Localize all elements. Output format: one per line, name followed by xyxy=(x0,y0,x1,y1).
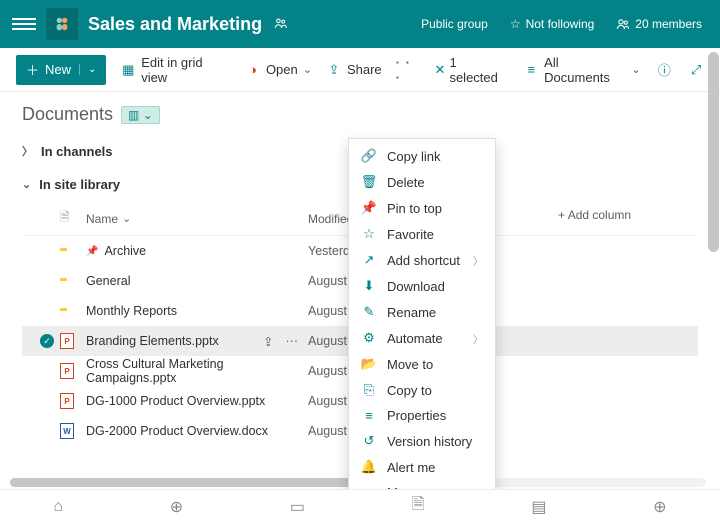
context-menu: 🔗Copy link🗑Delete📌Pin to top☆Favorite↗Ad… xyxy=(348,138,496,489)
file-type-icon: P xyxy=(60,393,86,409)
share-button[interactable]: ⇪ Share xyxy=(326,62,382,78)
chevron-down-icon: ⌄ xyxy=(631,63,640,76)
history-icon: ↺ xyxy=(361,433,377,449)
file-type-icon: P xyxy=(60,333,86,349)
vertical-scrollbar[interactable] xyxy=(708,52,719,252)
group-visibility: Public group xyxy=(415,13,494,35)
row-name[interactable]: General xyxy=(86,274,308,288)
site-logo[interactable] xyxy=(46,8,78,40)
row-name[interactable]: 📌Archive xyxy=(86,244,308,258)
menu-item-copy-to[interactable]: ⎘Copy to xyxy=(349,377,495,403)
add-icon[interactable]: ⊕ xyxy=(653,497,666,517)
automate-icon: ⚙ xyxy=(361,330,377,346)
trash-icon: 🗑 xyxy=(361,174,377,190)
link-icon: 🔗 xyxy=(361,148,377,164)
site-title[interactable]: Sales and Marketing xyxy=(88,14,262,35)
globe-icon[interactable]: ⊕ xyxy=(170,497,183,517)
selection-count[interactable]: ✕ 1 selected xyxy=(435,55,508,85)
menu-item-download[interactable]: ⬇Download xyxy=(349,273,495,299)
chevron-right-icon: 〉 xyxy=(473,253,483,268)
tile-view-toggle[interactable]: ▥ ⌄ xyxy=(121,106,160,124)
row-name[interactable]: DG-1000 Product Overview.pptx xyxy=(86,394,308,408)
app-launcher[interactable] xyxy=(12,18,36,30)
file-type-icon: W xyxy=(60,423,86,439)
copyto-icon: ⎘ xyxy=(361,382,377,398)
menu-item-delete[interactable]: 🗑Delete xyxy=(349,169,495,195)
plus-icon: ＋ xyxy=(26,60,39,79)
page-title: Documents xyxy=(22,104,113,125)
menu-item-manage-my-alerts[interactable]: 🗂Manage my alerts xyxy=(349,480,495,489)
home-icon[interactable]: ⌂ xyxy=(53,498,63,516)
share-icon[interactable]: ⇪ xyxy=(263,334,273,349)
more-icon[interactable]: ··· xyxy=(286,334,299,349)
menu-item-alert-me[interactable]: 🔔Alert me xyxy=(349,454,495,480)
moveto-icon: 📂 xyxy=(361,356,377,372)
shortcut-icon: ↗ xyxy=(361,252,377,268)
menu-item-move-to[interactable]: 📂Move to xyxy=(349,351,495,377)
news-icon[interactable]: ▭ xyxy=(290,497,305,517)
alert-icon: 🔔 xyxy=(361,459,377,475)
people-icon xyxy=(616,17,630,31)
menu-item-copy-link[interactable]: 🔗Copy link xyxy=(349,143,495,169)
name-column[interactable]: Name⌄ xyxy=(86,208,308,229)
info-icon[interactable]: ⓘ xyxy=(657,62,673,78)
chevron-down-icon: ⌄ xyxy=(303,63,312,76)
chevron-right-icon: 〉 xyxy=(22,143,33,159)
menu-item-version-history[interactable]: ↺Version history xyxy=(349,428,495,454)
share-icon: ⇪ xyxy=(326,62,342,78)
pin-icon: 📌 xyxy=(361,200,377,216)
row-name[interactable]: Cross Cultural Marketing Campaigns.pptx xyxy=(86,357,308,385)
menu-item-pin-to-top[interactable]: 📌Pin to top xyxy=(349,195,495,221)
teams-icon[interactable] xyxy=(272,16,288,32)
new-button[interactable]: ＋ New ⌄ xyxy=(16,55,106,85)
list-icon: ≡ xyxy=(523,62,539,78)
star-icon: ☆ xyxy=(510,17,521,31)
menu-item-properties[interactable]: ≡Properties xyxy=(349,403,495,428)
follow-button[interactable]: ☆ Not following xyxy=(504,13,600,35)
more-actions-button[interactable]: · · · xyxy=(396,55,421,85)
menu-item-rename[interactable]: ✎Rename xyxy=(349,299,495,325)
open-button[interactable]: ◑ Open ⌄ xyxy=(245,62,312,78)
powerpoint-icon: ◑ xyxy=(245,62,261,78)
add-column-button[interactable]: + Add column xyxy=(558,208,698,229)
expand-icon[interactable]: ⤢ xyxy=(688,62,704,78)
menu-item-automate[interactable]: ⚙Automate〉 xyxy=(349,325,495,351)
menu-item-favorite[interactable]: ☆Favorite xyxy=(349,221,495,247)
members-button[interactable]: 20 members xyxy=(610,13,708,35)
chevron-down-icon: ⌄ xyxy=(79,64,96,75)
view-switcher[interactable]: ≡ All Documents ⌄ xyxy=(523,55,640,85)
row-name[interactable]: Branding Elements.pptx⇪··· xyxy=(86,334,308,349)
star-icon: ☆ xyxy=(361,226,377,242)
rename-icon: ✎ xyxy=(361,304,377,320)
grid-icon: ▦ xyxy=(120,62,136,78)
chevron-down-icon: ⌄ xyxy=(22,178,31,191)
files-icon[interactable]: 🗎 xyxy=(412,493,425,520)
pin-icon: 📌 xyxy=(86,246,98,257)
file-type-column[interactable]: 🗎 xyxy=(60,208,86,229)
download-icon: ⬇ xyxy=(361,278,377,294)
row-name[interactable]: DG-2000 Product Overview.docx xyxy=(86,424,308,438)
selected-check-icon[interactable]: ✓ xyxy=(40,334,54,348)
edit-grid-button[interactable]: ▦ Edit in grid view xyxy=(120,55,231,85)
bottom-nav: ⌂ ⊕ ▭ 🗎 ▤ ⊕ xyxy=(0,489,720,523)
list-icon[interactable]: ▤ xyxy=(531,497,546,517)
menu-item-add-shortcut[interactable]: ↗Add shortcut〉 xyxy=(349,247,495,273)
props-icon: ≡ xyxy=(361,408,377,423)
close-icon[interactable]: ✕ xyxy=(435,62,446,78)
row-name[interactable]: Monthly Reports xyxy=(86,304,308,318)
chevron-right-icon: 〉 xyxy=(473,331,483,346)
file-type-icon: P xyxy=(60,363,86,379)
